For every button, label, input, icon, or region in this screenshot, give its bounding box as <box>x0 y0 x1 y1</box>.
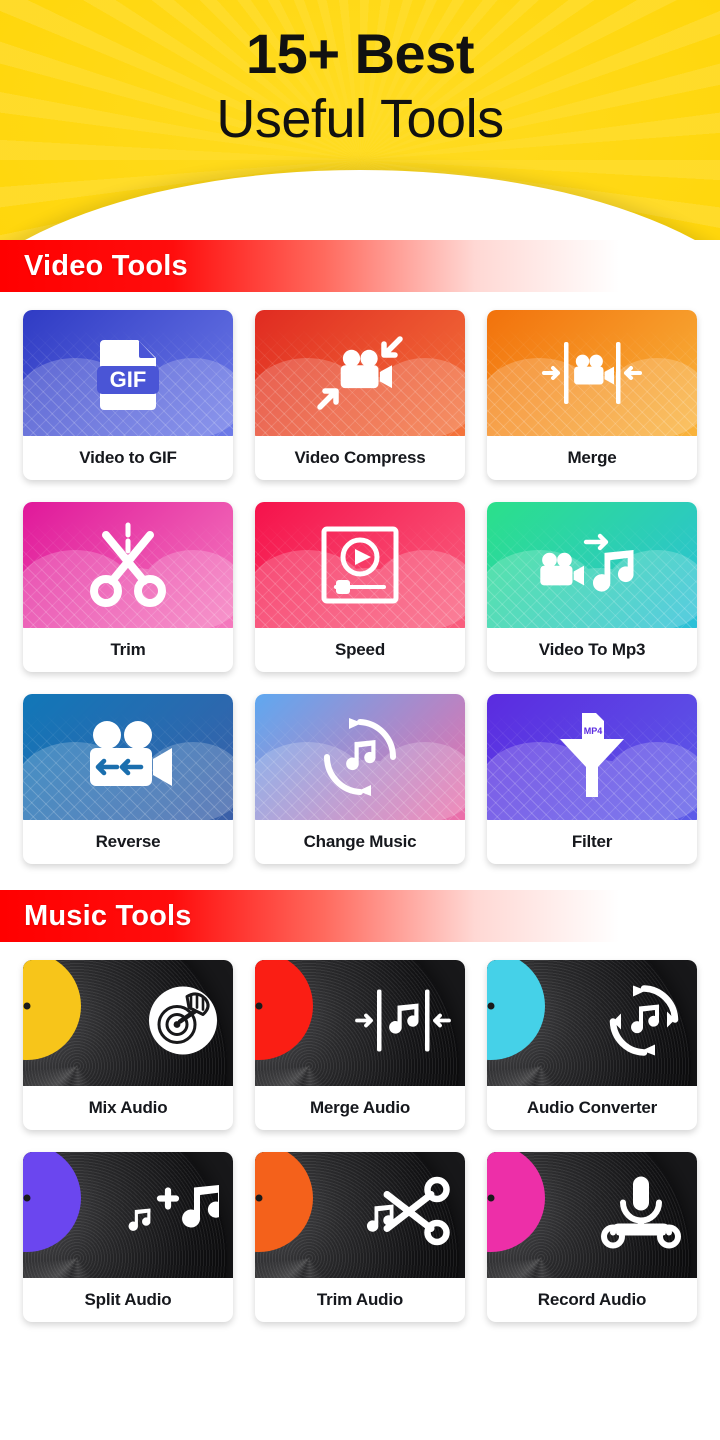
tool-card-label: Video to GIF <box>79 448 177 467</box>
audio-convert-icon <box>609 985 679 1056</box>
vinyl-spindle-hole <box>255 1194 263 1202</box>
tool-card-artwork: MP4 <box>487 694 697 820</box>
tool-icon <box>599 1175 683 1256</box>
tool-icon <box>147 985 219 1062</box>
tool-card-artwork <box>23 1152 233 1278</box>
dj-hand-scratch-icon <box>149 986 217 1055</box>
microphone-icon <box>601 1176 681 1249</box>
tool-card[interactable]: Merge <box>487 310 697 480</box>
video-tools-grid: GIF Video to GIF Video Compress Merge Trim Sp… <box>0 292 720 864</box>
tool-card-artwork <box>255 310 465 436</box>
tool-card-label: Trim Audio <box>316 1290 404 1309</box>
tool-card[interactable]: Mix Audio <box>23 960 233 1130</box>
tool-icon <box>487 310 697 436</box>
tool-card-label: Audio Converter <box>526 1098 658 1117</box>
tool-card-artwork <box>487 1152 697 1278</box>
tool-card-label: Speed <box>334 640 386 659</box>
vinyl-spindle-hole <box>487 1194 495 1202</box>
tool-icon <box>255 310 465 436</box>
section-header-music-tools: Music Tools <box>0 890 720 942</box>
tool-card[interactable]: Split Audio <box>23 1152 233 1322</box>
tool-card[interactable]: Trim Audio <box>255 1152 465 1322</box>
tool-card-label: Split Audio <box>84 1290 172 1309</box>
section-title-music-tools: Music Tools <box>24 899 192 932</box>
tool-card[interactable]: Trim <box>23 502 233 672</box>
tool-card[interactable]: Audio Converter <box>487 960 697 1130</box>
video-to-audio-icon <box>540 533 634 592</box>
tool-icon <box>127 1175 225 1256</box>
video-reverse-icon <box>90 721 172 786</box>
svg-text:GIF: GIF <box>110 367 147 392</box>
video-merge-icon <box>542 342 642 404</box>
vinyl-spindle-hole <box>23 1194 31 1202</box>
video-speed-icon <box>321 526 399 604</box>
tool-card-label: Trim <box>110 640 146 659</box>
tool-card-artwork <box>23 960 233 1086</box>
video-compress-icon <box>317 336 403 410</box>
tool-card-artwork <box>255 960 465 1086</box>
merge-audio-icon <box>355 989 451 1052</box>
tool-icon <box>605 982 683 1065</box>
tool-card-label: Filter <box>571 832 613 851</box>
tool-icon <box>23 694 233 820</box>
tool-card-artwork <box>487 960 697 1086</box>
tool-card[interactable]: Video To Mp3 <box>487 502 697 672</box>
tool-card[interactable]: Speed <box>255 502 465 672</box>
tool-card[interactable]: Video Compress <box>255 310 465 480</box>
vinyl-spindle-hole <box>487 1002 495 1010</box>
hero-title-line-2: Useful Tools <box>216 89 504 150</box>
tool-card[interactable]: MP4 Filter <box>487 694 697 864</box>
section-title-video-tools: Video Tools <box>24 249 188 282</box>
tool-card-label: Record Audio <box>537 1290 647 1309</box>
svg-text:MP4: MP4 <box>584 726 603 736</box>
tool-card-label: Mix Audio <box>88 1098 168 1117</box>
tool-card-artwork <box>255 502 465 628</box>
hero-title-group: 15+ Best Useful Tools <box>0 22 720 150</box>
trim-audio-icon <box>366 1176 450 1246</box>
tool-card-artwork: GIF <box>23 310 233 436</box>
tool-icon: GIF <box>23 310 233 436</box>
tool-icon <box>365 1175 451 1256</box>
tool-card[interactable]: Reverse <box>23 694 233 864</box>
tool-card-artwork <box>255 1152 465 1278</box>
split-audio-icon <box>128 1184 225 1231</box>
tool-card-artwork <box>487 502 697 628</box>
tool-icon <box>255 694 465 820</box>
tool-card[interactable]: Record Audio <box>487 1152 697 1322</box>
tool-card[interactable]: Merge Audio <box>255 960 465 1130</box>
change-music-icon <box>323 718 397 796</box>
mp4-funnel-filter-icon: MP4 <box>560 713 624 797</box>
hero-title-line-1: 15+ Best <box>246 22 474 85</box>
tool-card-artwork <box>255 694 465 820</box>
tool-card[interactable]: GIF Video to GIF <box>23 310 233 480</box>
vinyl-spindle-hole <box>255 1002 263 1010</box>
tool-card-label: Video To Mp3 <box>538 640 646 659</box>
vinyl-spindle-hole <box>23 1002 31 1010</box>
tool-card-label: Merge Audio <box>309 1098 411 1117</box>
scissors-icon <box>90 522 166 607</box>
tool-card-artwork <box>23 694 233 820</box>
tool-card-label: Video Compress <box>294 448 426 467</box>
tool-card-label: Reverse <box>95 832 161 851</box>
gif-file-icon: GIF <box>97 340 159 410</box>
tool-icon <box>487 502 697 628</box>
tool-icon <box>255 502 465 628</box>
tool-card[interactable]: Change Music <box>255 694 465 864</box>
section-header-video-tools: Video Tools <box>0 240 720 292</box>
music-tools-grid: Mix Audio Merge Audio Audio Converter Split… <box>0 942 720 1322</box>
tool-card-artwork <box>487 310 697 436</box>
tool-card-label: Change Music <box>303 832 417 851</box>
tool-card-label: Merge <box>567 448 617 467</box>
tool-icon <box>23 502 233 628</box>
hero-banner: 15+ Best Useful Tools <box>0 0 720 240</box>
tool-icon <box>355 986 451 1061</box>
tool-card-artwork <box>23 502 233 628</box>
tool-icon: MP4 <box>487 694 697 820</box>
